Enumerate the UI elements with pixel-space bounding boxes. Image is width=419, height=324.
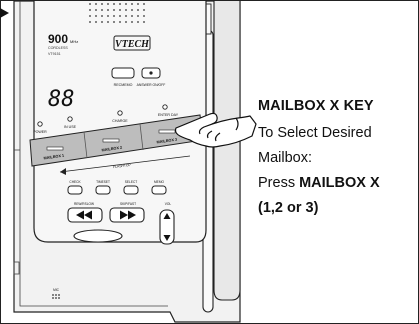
- freq-unit: MHz: [70, 39, 78, 44]
- select-label: SELECT: [125, 180, 137, 184]
- callout-line-3: Press MAILBOX X: [258, 171, 418, 196]
- callout-text: MAILBOX X KEY To Select Desired Mailbox:…: [258, 98, 418, 221]
- callout-line-1: To Select Desired: [258, 125, 372, 141]
- timeset-label: TIMESET: [96, 180, 110, 184]
- callout-line-4: (1,2 or 3): [258, 196, 418, 221]
- model-label: VT9151: [48, 52, 61, 56]
- in-use-indicator-label: IN USE: [64, 125, 77, 129]
- power-indicator-label: POWER: [33, 130, 47, 134]
- rew-label: REW/RSLOW: [74, 202, 94, 206]
- freq-logo: 900: [48, 32, 68, 46]
- brand-logo: VTECH: [115, 39, 150, 50]
- memo-button[interactable]: [151, 185, 167, 195]
- callout-line-2: Mailbox:: [258, 150, 312, 166]
- mic-label: MIC: [53, 288, 60, 292]
- vol-label: VOL: [165, 202, 172, 206]
- freq-sub: CORDLESS: [48, 46, 68, 50]
- callout-press-prefix: Press: [258, 175, 300, 191]
- recmemo-button[interactable]: [111, 67, 135, 79]
- charge-indicator-label: CHARGE: [112, 119, 128, 123]
- cradle-side: [213, 1, 241, 301]
- recmemo-label: RECMEMO: [114, 83, 133, 87]
- page-button[interactable]: [73, 229, 123, 243]
- callout-heading: MAILBOX X KEY: [258, 98, 374, 114]
- timeset-button[interactable]: [95, 185, 111, 195]
- answer-onoff-label: ANSWER ON/OFF: [137, 83, 166, 87]
- select-button[interactable]: [123, 185, 139, 195]
- memo-label: MEMO: [154, 180, 164, 184]
- callout-press-key: MAILBOX X: [299, 175, 380, 191]
- skip-label: SKIP/FAST: [120, 202, 136, 206]
- enter-day-indicator-label: ENTER DAY: [158, 113, 179, 117]
- callout-options: (1,2 or 3): [258, 200, 319, 216]
- check-button[interactable]: [67, 185, 83, 195]
- led-display: 88: [48, 87, 75, 112]
- check-label: CHECK: [69, 180, 81, 184]
